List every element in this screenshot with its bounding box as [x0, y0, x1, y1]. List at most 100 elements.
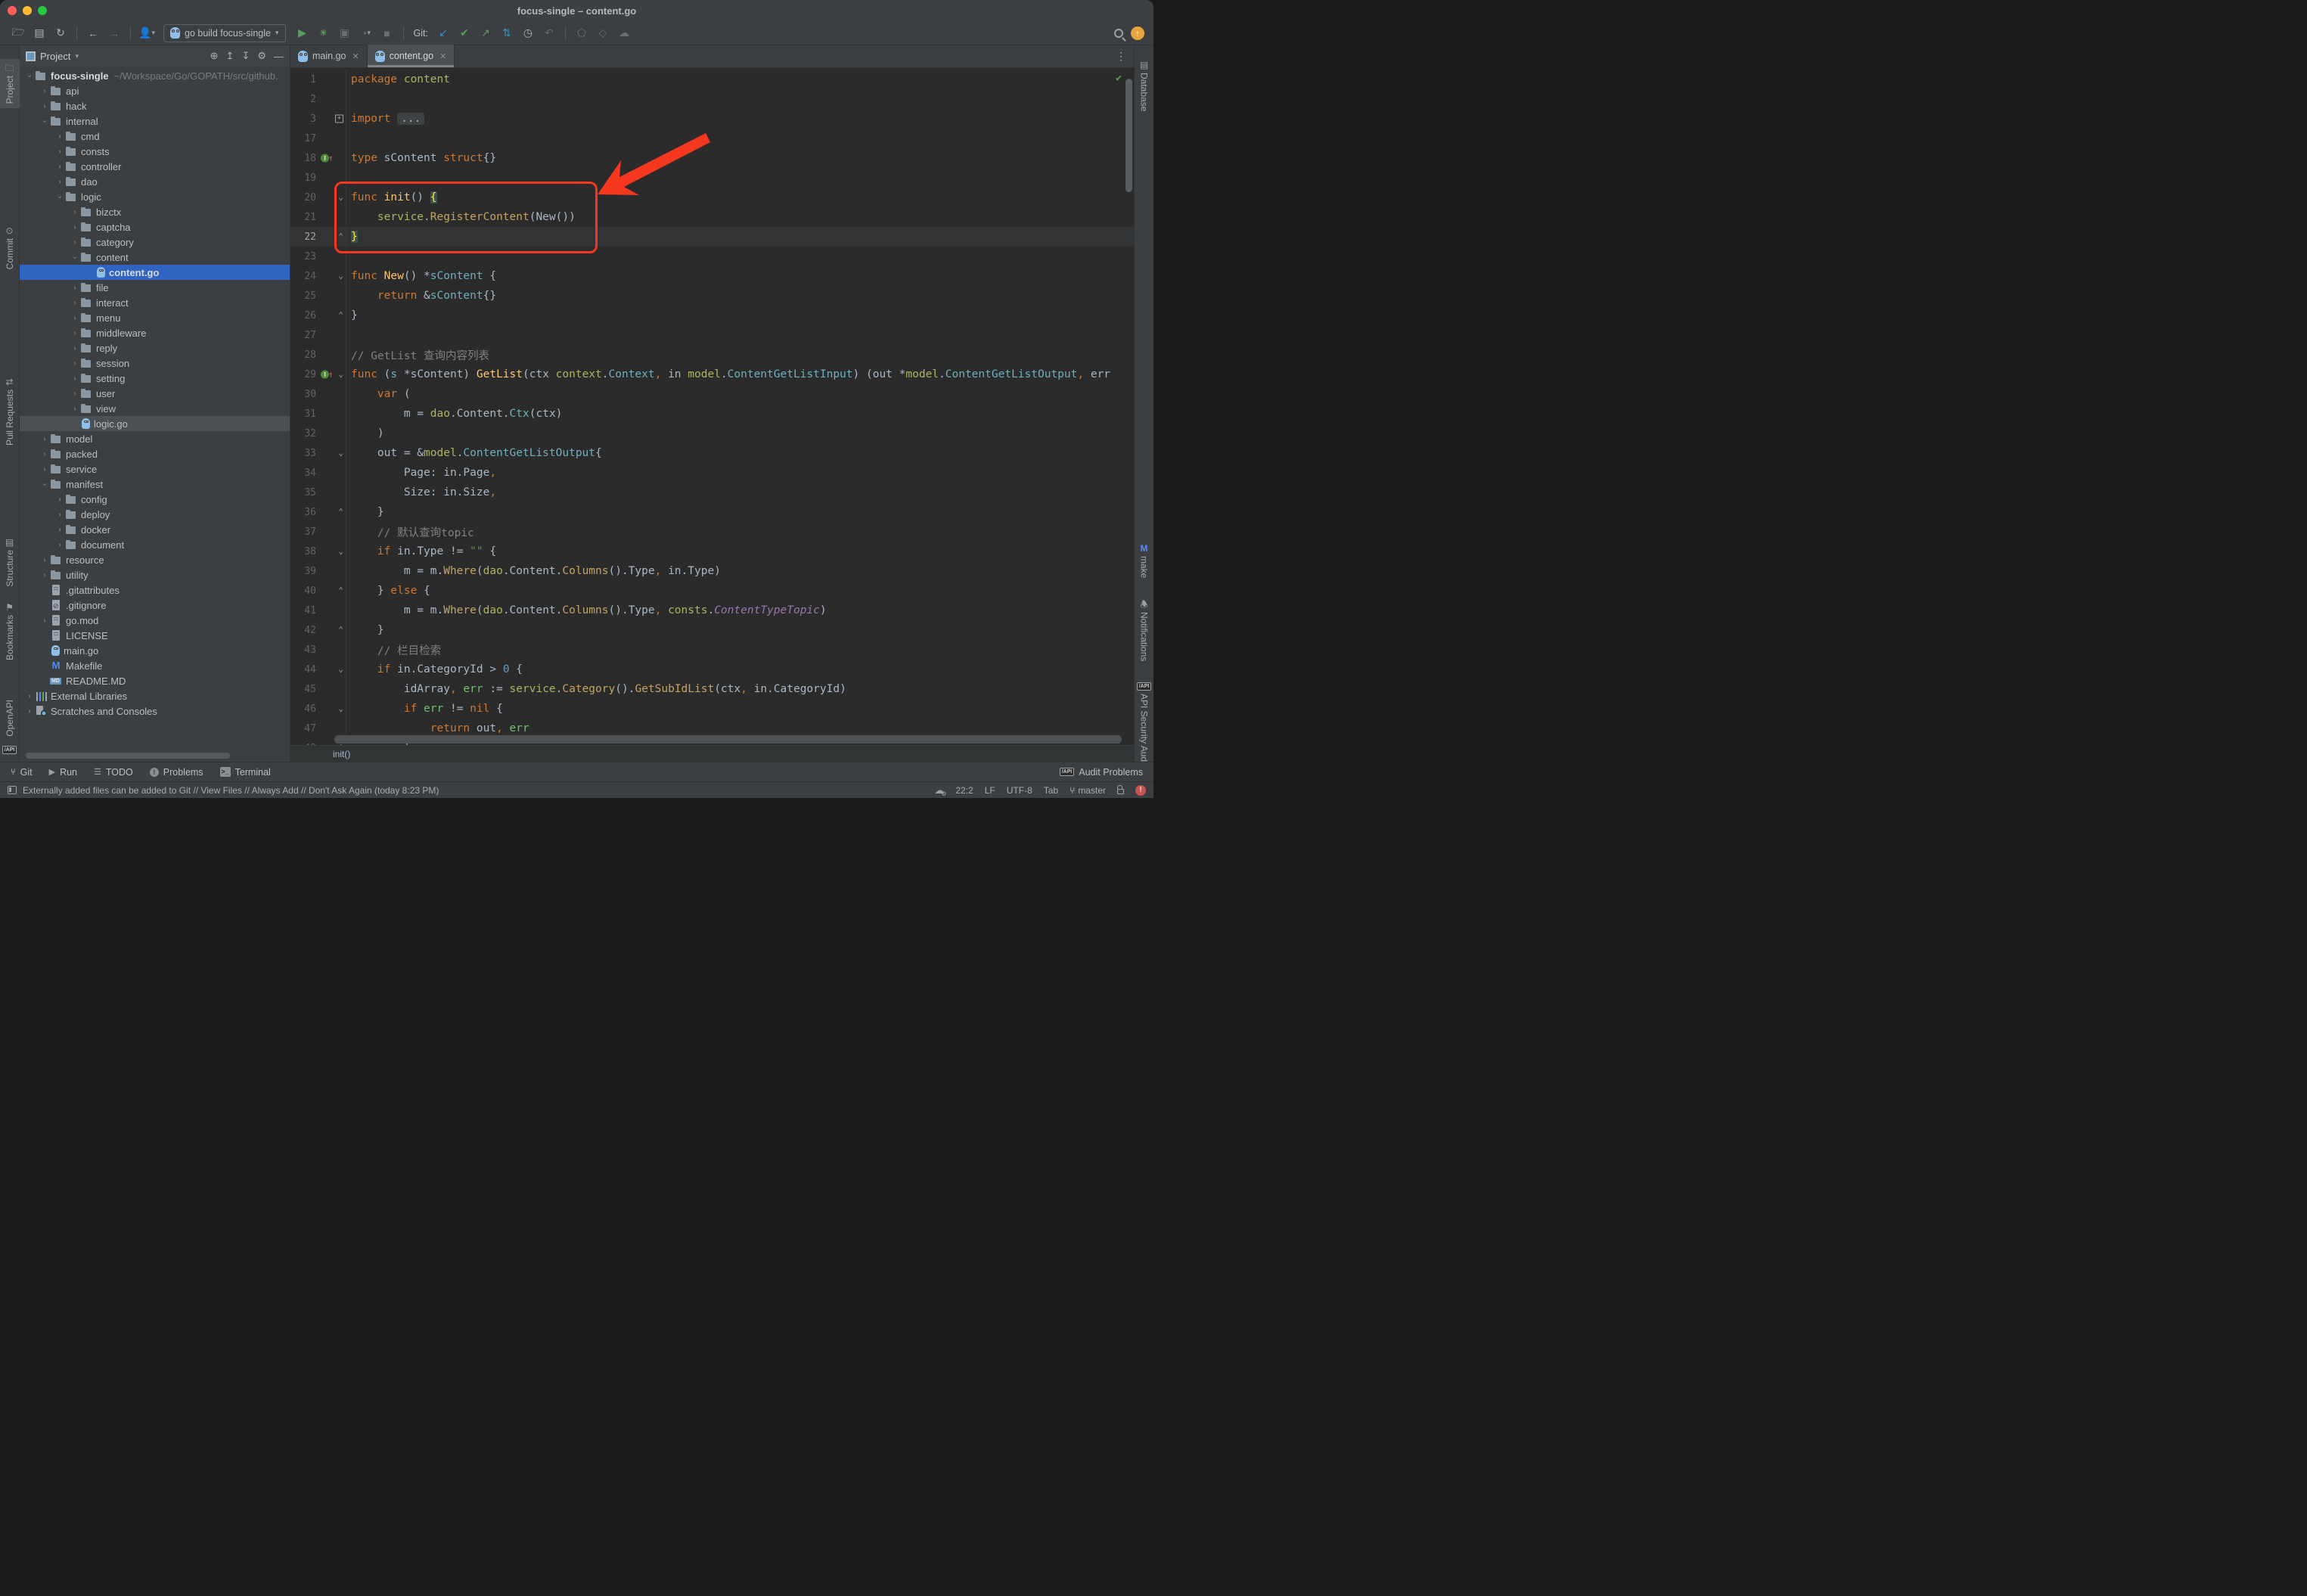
fold-end-icon[interactable]: ⌃	[338, 744, 343, 745]
hide-panel-icon[interactable]: —	[274, 51, 284, 62]
chevron-icon[interactable]: ›	[54, 147, 65, 156]
line-number[interactable]: 1	[290, 74, 319, 85]
code-line-26[interactable]: 26⌃}	[290, 306, 1134, 325]
code-line-19[interactable]: 19	[290, 168, 1134, 188]
code-editor[interactable]: 1package content23+import ...1718I↑type …	[290, 68, 1134, 745]
fold-open-icon[interactable]: ⌄	[338, 371, 343, 378]
stripe-button-database[interactable]: ▤Database	[1139, 56, 1150, 116]
code-line-30[interactable]: 30 var (	[290, 384, 1134, 404]
open-project-icon[interactable]: 🗁	[9, 25, 27, 42]
close-icon[interactable]: ✕	[439, 51, 446, 61]
fold-open-icon[interactable]: ⌄	[338, 272, 343, 280]
chevron-icon[interactable]: ›	[41, 116, 49, 126]
tree-item-logic[interactable]: ›logic	[20, 189, 290, 204]
code-line-40[interactable]: 40⌃ } else {	[290, 581, 1134, 601]
line-number[interactable]: 44	[290, 664, 319, 675]
line-number[interactable]: 43	[290, 644, 319, 656]
stripe-button-commit[interactable]: ⊙Commit	[5, 222, 15, 274]
tree-item-bizctx[interactable]: ›bizctx	[20, 204, 290, 219]
tree-item-session[interactable]: ›session	[20, 356, 290, 371]
tree-item-content[interactable]: ›content	[20, 250, 290, 265]
chevron-icon[interactable]: ›	[24, 692, 35, 700]
stripe-button-openapi[interactable]: OpenAPI	[5, 695, 15, 741]
chevron-icon[interactable]: ›	[39, 556, 50, 564]
unlock-icon[interactable]	[1117, 789, 1124, 794]
line-number[interactable]: 48	[290, 743, 319, 746]
code-line-46[interactable]: 46⌄ if err != nil {	[290, 699, 1134, 719]
code-line-1[interactable]: 1package content	[290, 70, 1134, 89]
tree-item-manifest[interactable]: ›manifest	[20, 477, 290, 492]
line-number[interactable]: 19	[290, 172, 319, 184]
fetch-icon[interactable]: ⇅	[498, 25, 516, 42]
implemented-icon[interactable]: I↑	[321, 154, 334, 163]
chevron-icon[interactable]: ›	[70, 208, 80, 216]
line-number[interactable]: 27	[290, 330, 319, 341]
line-number[interactable]: 46	[290, 703, 319, 715]
profiler-icon[interactable]: ◔▾	[357, 25, 375, 42]
code-line-31[interactable]: 31 m = dao.Content.Ctx(ctx)	[290, 404, 1134, 424]
commit-icon[interactable]: ✔	[455, 25, 474, 42]
line-number[interactable]: 45	[290, 684, 319, 695]
tree-item-license[interactable]: LICENSE	[20, 628, 290, 643]
chevron-icon[interactable]: ›	[70, 299, 80, 307]
line-number[interactable]: 42	[290, 625, 319, 636]
rollback-icon[interactable]: ↶	[540, 25, 558, 42]
close-icon[interactable]: ✕	[352, 51, 359, 61]
code-line-29[interactable]: 29I↑⌄func (s *sContent) GetList(ctx cont…	[290, 365, 1134, 384]
project-panel-title[interactable]: Project	[40, 51, 70, 62]
line-number[interactable]: 22	[290, 231, 319, 243]
chevron-icon[interactable]: ›	[39, 465, 50, 474]
tree-item-config[interactable]: ›config	[20, 492, 290, 507]
fold-open-icon[interactable]: ⌄	[338, 194, 343, 201]
stripe-button-api[interactable]: /API	[2, 741, 17, 759]
settings-gear-icon[interactable]: ⚙	[257, 50, 266, 62]
tree-item-controller[interactable]: ›controller	[20, 159, 290, 174]
tree-item-setting[interactable]: ›setting	[20, 371, 290, 386]
chevron-down-icon[interactable]: ▾	[75, 52, 79, 61]
line-number[interactable]: 32	[290, 428, 319, 439]
toolwindow-button-terminal[interactable]: >_Terminal	[220, 767, 271, 778]
cloud-icon[interactable]: ☁	[615, 25, 633, 42]
line-number[interactable]: 40	[290, 585, 319, 597]
line-number[interactable]: 23	[290, 251, 319, 262]
fold-end-icon[interactable]: ⌃	[338, 508, 343, 516]
chevron-icon[interactable]: ›	[41, 479, 49, 489]
line-number[interactable]: 33	[290, 448, 319, 459]
tree-item-external-libraries[interactable]: ›External Libraries	[20, 688, 290, 703]
code-line-35[interactable]: 35 Size: in.Size,	[290, 483, 1134, 502]
line-number[interactable]: 3	[290, 113, 319, 125]
line-number[interactable]: 39	[290, 566, 319, 577]
chevron-icon[interactable]: ›	[70, 374, 80, 383]
push-icon[interactable]: ↗	[477, 25, 495, 42]
tree-item-hack[interactable]: ›hack	[20, 98, 290, 113]
fold-collapsed-icon[interactable]: +	[335, 115, 343, 123]
chevron-icon[interactable]: ›	[70, 329, 80, 337]
stash-icon[interactable]: ⬠	[573, 25, 591, 42]
update-available-icon[interactable]: ↑	[1131, 26, 1144, 40]
tab-main-go[interactable]: main.go✕	[290, 45, 368, 67]
code-line-44[interactable]: 44⌄ if in.CategoryId > 0 {	[290, 660, 1134, 679]
tree-item-file[interactable]: ›file	[20, 280, 290, 295]
code-line-43[interactable]: 43 // 栏目检索	[290, 640, 1134, 660]
error-notification-icon[interactable]: !	[1135, 785, 1146, 796]
stripe-button-project[interactable]: 🗀Project	[0, 59, 20, 108]
code-line-17[interactable]: 17	[290, 129, 1134, 148]
code-line-39[interactable]: 39 m = m.Where(dao.Content.Columns().Typ…	[290, 561, 1134, 581]
line-number[interactable]: 28	[290, 349, 319, 361]
tree-item-deploy[interactable]: ›deploy	[20, 507, 290, 522]
chevron-icon[interactable]: ›	[24, 707, 35, 716]
stripe-button-bookmarks[interactable]: ⚑Bookmarks	[5, 598, 15, 665]
editor-options-icon[interactable]: ⋮	[1108, 50, 1134, 63]
line-number[interactable]: 21	[290, 212, 319, 223]
editor-vscrollbar[interactable]	[1126, 79, 1132, 192]
chevron-icon[interactable]: ›	[70, 405, 80, 413]
chevron-icon[interactable]: ›	[70, 238, 80, 247]
tree-item-service[interactable]: ›service	[20, 461, 290, 477]
tree-item-view[interactable]: ›view	[20, 401, 290, 416]
chevron-icon[interactable]: ›	[54, 163, 65, 171]
tree-item-resource[interactable]: ›resource	[20, 552, 290, 567]
tree-item-content.go[interactable]: content.go	[20, 265, 290, 280]
back-icon[interactable]: ←	[84, 25, 102, 42]
tree-item-focus-single[interactable]: ›focus-single~/Workspace/Go/GOPATH/src/g…	[20, 68, 290, 83]
line-number[interactable]: 2	[290, 94, 319, 105]
